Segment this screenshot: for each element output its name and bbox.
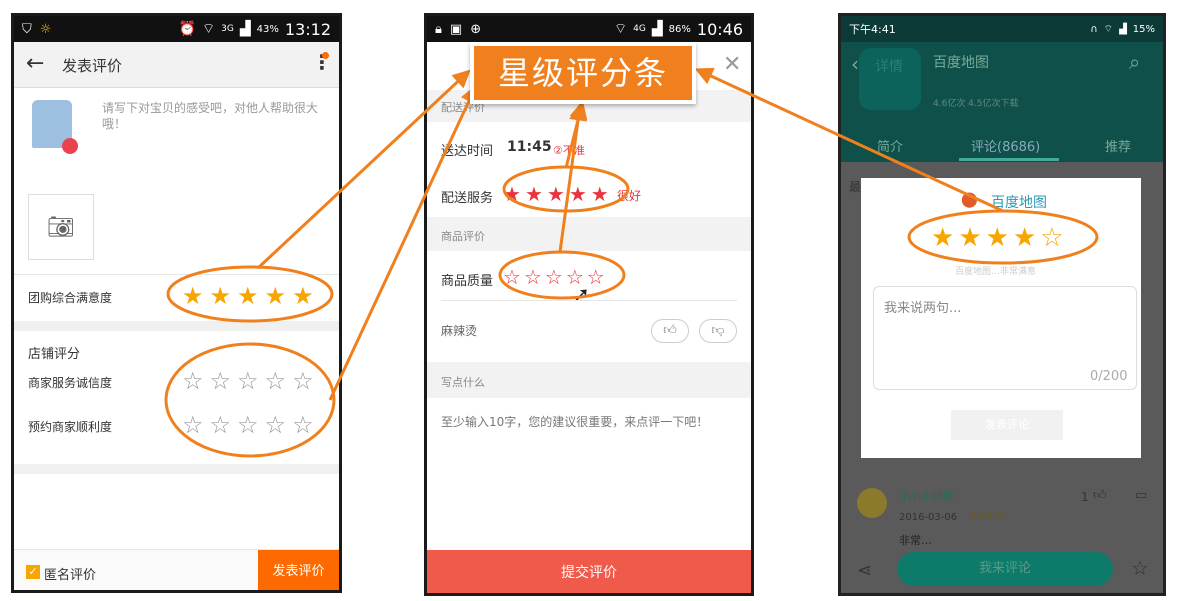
arrow	[694, 67, 1004, 213]
callout-text: 星级评分条	[474, 46, 692, 100]
highlight-ellipse	[166, 265, 334, 323]
arrow	[558, 102, 587, 253]
callout-label: 星级评分条	[470, 42, 696, 104]
highlight-ellipse	[498, 250, 626, 300]
highlight-ellipse	[907, 209, 1099, 265]
highlight-ellipse	[164, 342, 336, 458]
